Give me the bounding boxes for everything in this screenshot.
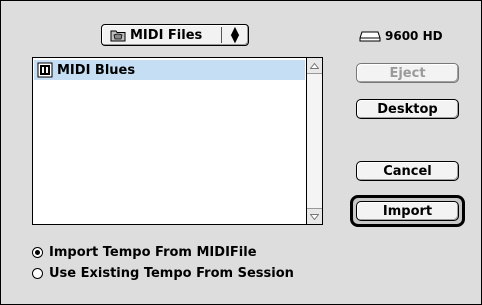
folder-icon	[110, 30, 126, 42]
volume-indicator: 9600 HD	[359, 29, 443, 43]
desktop-button[interactable]: Desktop	[356, 99, 459, 119]
volume-name: 9600 HD	[385, 29, 443, 43]
folder-popup-menu[interactable]: MIDI Files ▲ ▼	[101, 24, 249, 46]
scroll-up-arrow-icon[interactable]	[307, 58, 322, 74]
hard-disk-icon	[359, 31, 381, 42]
popup-divider	[221, 27, 222, 43]
scroll-down-arrow-icon[interactable]	[307, 208, 322, 224]
option-import-tempo[interactable]: Import Tempo From MIDIFile	[32, 245, 257, 260]
list-item[interactable]: MIDI Blues	[34, 60, 305, 80]
folder-popup-label: MIDI Files	[130, 27, 203, 43]
radio-existing-tempo[interactable]	[32, 268, 43, 279]
option-existing-tempo[interactable]: Use Existing Tempo From Session	[32, 266, 294, 281]
file-list[interactable]: MIDI Blues	[32, 57, 323, 225]
radio-label-import-tempo: Import Tempo From MIDIFile	[49, 245, 257, 260]
radio-label-existing-tempo: Use Existing Tempo From Session	[49, 266, 294, 281]
radio-import-tempo[interactable]	[32, 247, 43, 258]
list-scrollbar[interactable]	[306, 58, 322, 224]
import-button[interactable]: Import	[356, 201, 459, 221]
import-midi-dialog: MIDI Files ▲ ▼ 9600 HD MIDI Blues Eject …	[0, 0, 482, 305]
popup-arrows-icon: ▲ ▼	[230, 24, 240, 45]
midi-document-icon	[37, 62, 53, 78]
file-name: MIDI Blues	[57, 62, 136, 78]
cancel-button[interactable]: Cancel	[356, 161, 459, 181]
eject-button[interactable]: Eject	[356, 63, 459, 83]
